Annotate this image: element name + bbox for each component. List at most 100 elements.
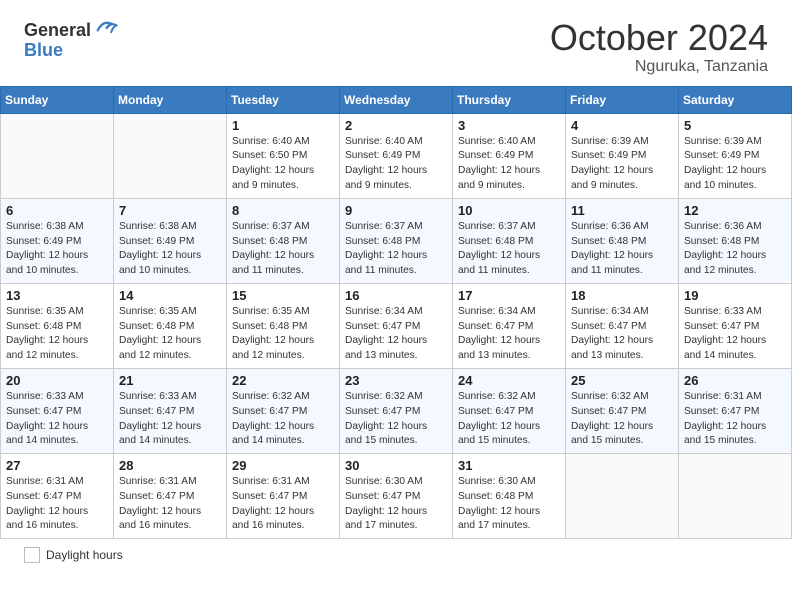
calendar-cell: 19Sunrise: 6:33 AM Sunset: 6:47 PM Dayli…: [679, 283, 792, 368]
calendar-cell: 29 Sunrise: 6:31 AM Sunset: 6:47 PM Dayli…: [227, 454, 340, 539]
day-number: 11: [571, 203, 673, 218]
day-info: Sunrise: 6:38 AM Sunset: 6:49 PM Dayligh…: [119, 220, 221, 279]
calendar-week-4: 20Sunrise: 6:33 AM Sunset: 6:47 PM Dayli…: [1, 368, 792, 453]
day-number: 4: [571, 118, 673, 133]
calendar-cell: 8Sunrise: 6:37 AM Sunset: 6:48 PM Daylig…: [227, 198, 340, 283]
calendar-cell: 18 Sunrise: 6:34 AM Sunset: 6:47 PM Dayli…: [566, 283, 679, 368]
day-info: Sunrise: 6:35 AM Sunset: 6:48 PM Dayligh…: [6, 305, 108, 364]
day-number: 16: [345, 288, 447, 303]
day-info: Sunrise: 6:39 AM Sunset: 6:49 PM Dayligh…: [684, 135, 786, 194]
calendar-cell: 15 Sunrise: 6:35 AM Sunset: 6:48 PM Dayli…: [227, 283, 340, 368]
calendar-cell: 16 Sunrise: 6:34 AM Sunset: 6:47 PM Dayli…: [340, 283, 453, 368]
day-number: 21: [119, 373, 221, 388]
day-info: Sunrise: 6:34 AM Sunset: 6:47 PM Dayligh…: [458, 305, 560, 364]
day-number: 26: [684, 373, 786, 388]
calendar-header-wednesday: Wednesday: [340, 86, 453, 113]
calendar-header-row: SundayMondayTuesdayWednesdayThursdayFrid…: [1, 86, 792, 113]
calendar-cell: 17 Sunrise: 6:34 AM Sunset: 6:47 PM Dayli…: [453, 283, 566, 368]
day-info: Sunrise: 6:36 AM Sunset: 6:48 PM Dayligh…: [684, 220, 786, 279]
calendar-cell: 28 Sunrise: 6:31 AM Sunset: 6:47 PM Dayli…: [114, 454, 227, 539]
day-number: 23: [345, 373, 447, 388]
day-number: 7: [119, 203, 221, 218]
calendar-cell: 11 Sunrise: 6:36 AM Sunset: 6:48 PM Dayli…: [566, 198, 679, 283]
legend-daylight: Daylight hours: [24, 547, 123, 563]
calendar-cell: 21Sunrise: 6:33 AM Sunset: 6:47 PM Dayli…: [114, 368, 227, 453]
footer: Daylight hours: [0, 539, 792, 571]
day-info: Sunrise: 6:31 AM Sunset: 6:47 PM Dayligh…: [6, 475, 108, 534]
day-info: Sunrise: 6:35 AM Sunset: 6:48 PM Dayligh…: [232, 305, 334, 364]
day-number: 15: [232, 288, 334, 303]
month-title: October 2024: [550, 18, 768, 58]
calendar-cell: 5Sunrise: 6:39 AM Sunset: 6:49 PM Daylig…: [679, 113, 792, 198]
day-info: Sunrise: 6:31 AM Sunset: 6:47 PM Dayligh…: [232, 475, 334, 534]
day-info: Sunrise: 6:31 AM Sunset: 6:47 PM Dayligh…: [119, 475, 221, 534]
day-number: 12: [684, 203, 786, 218]
calendar-week-3: 13 Sunrise: 6:35 AM Sunset: 6:48 PM Dayli…: [1, 283, 792, 368]
day-number: 9: [345, 203, 447, 218]
calendar-cell: 9 Sunrise: 6:37 AM Sunset: 6:48 PM Daylig…: [340, 198, 453, 283]
calendar-header-friday: Friday: [566, 86, 679, 113]
calendar-cell: 2Sunrise: 6:40 AM Sunset: 6:49 PM Daylig…: [340, 113, 453, 198]
calendar-cell: 6 Sunrise: 6:38 AM Sunset: 6:49 PM Daylig…: [1, 198, 114, 283]
calendar-cell: [679, 454, 792, 539]
day-number: 17: [458, 288, 560, 303]
page: General Blue October 2024 Nguruka, Tanza…: [0, 0, 792, 612]
calendar-cell: 23 Sunrise: 6:32 AM Sunset: 6:47 PM Dayli…: [340, 368, 453, 453]
location-title: Nguruka, Tanzania: [550, 58, 768, 76]
legend-daylight-label: Daylight hours: [46, 548, 123, 562]
logo-bird-icon: [96, 18, 118, 36]
day-number: 31: [458, 458, 560, 473]
calendar-cell: 1Sunrise: 6:40 AM Sunset: 6:50 PM Daylig…: [227, 113, 340, 198]
day-info: Sunrise: 6:39 AM Sunset: 6:49 PM Dayligh…: [571, 135, 673, 194]
calendar-cell: [566, 454, 679, 539]
calendar-week-5: 27 Sunrise: 6:31 AM Sunset: 6:47 PM Dayli…: [1, 454, 792, 539]
day-number: 10: [458, 203, 560, 218]
header: General Blue October 2024 Nguruka, Tanza…: [0, 0, 792, 86]
calendar-cell: 20Sunrise: 6:33 AM Sunset: 6:47 PM Dayli…: [1, 368, 114, 453]
day-info: Sunrise: 6:34 AM Sunset: 6:47 PM Dayligh…: [345, 305, 447, 364]
day-number: 22: [232, 373, 334, 388]
day-number: 25: [571, 373, 673, 388]
day-number: 13: [6, 288, 108, 303]
calendar-cell: 25Sunrise: 6:32 AM Sunset: 6:47 PM Dayli…: [566, 368, 679, 453]
calendar-cell: 22Sunrise: 6:32 AM Sunset: 6:47 PM Dayli…: [227, 368, 340, 453]
day-info: Sunrise: 6:30 AM Sunset: 6:47 PM Dayligh…: [345, 475, 447, 534]
day-number: 14: [119, 288, 221, 303]
calendar-cell: 30 Sunrise: 6:30 AM Sunset: 6:47 PM Dayli…: [340, 454, 453, 539]
day-number: 30: [345, 458, 447, 473]
calendar-cell: 12 Sunrise: 6:36 AM Sunset: 6:48 PM Dayli…: [679, 198, 792, 283]
day-number: 1: [232, 118, 334, 133]
day-info: Sunrise: 6:37 AM Sunset: 6:48 PM Dayligh…: [458, 220, 560, 279]
logo: General Blue: [24, 18, 118, 59]
calendar-cell: 26 Sunrise: 6:31 AM Sunset: 6:47 PM Dayli…: [679, 368, 792, 453]
title-area: October 2024 Nguruka, Tanzania: [550, 18, 768, 76]
logo-general-text: General: [24, 20, 91, 40]
day-info: Sunrise: 6:33 AM Sunset: 6:47 PM Dayligh…: [6, 390, 108, 449]
calendar-table: SundayMondayTuesdayWednesdayThursdayFrid…: [0, 86, 792, 540]
day-info: Sunrise: 6:31 AM Sunset: 6:47 PM Dayligh…: [684, 390, 786, 449]
day-info: Sunrise: 6:38 AM Sunset: 6:49 PM Dayligh…: [6, 220, 108, 279]
day-info: Sunrise: 6:40 AM Sunset: 6:49 PM Dayligh…: [458, 135, 560, 194]
calendar-cell: 4 Sunrise: 6:39 AM Sunset: 6:49 PM Daylig…: [566, 113, 679, 198]
day-number: 2: [345, 118, 447, 133]
day-number: 27: [6, 458, 108, 473]
day-info: Sunrise: 6:36 AM Sunset: 6:48 PM Dayligh…: [571, 220, 673, 279]
day-number: 29: [232, 458, 334, 473]
calendar-cell: 10 Sunrise: 6:37 AM Sunset: 6:48 PM Dayli…: [453, 198, 566, 283]
calendar-week-1: 1Sunrise: 6:40 AM Sunset: 6:50 PM Daylig…: [1, 113, 792, 198]
day-info: Sunrise: 6:37 AM Sunset: 6:48 PM Dayligh…: [345, 220, 447, 279]
calendar-cell: 13 Sunrise: 6:35 AM Sunset: 6:48 PM Dayli…: [1, 283, 114, 368]
day-info: Sunrise: 6:32 AM Sunset: 6:47 PM Dayligh…: [458, 390, 560, 449]
day-number: 6: [6, 203, 108, 218]
logo-blue-text: Blue: [24, 41, 63, 59]
day-info: Sunrise: 6:32 AM Sunset: 6:47 PM Dayligh…: [345, 390, 447, 449]
day-number: 18: [571, 288, 673, 303]
day-info: Sunrise: 6:33 AM Sunset: 6:47 PM Dayligh…: [684, 305, 786, 364]
calendar-header-thursday: Thursday: [453, 86, 566, 113]
day-number: 28: [119, 458, 221, 473]
day-info: Sunrise: 6:30 AM Sunset: 6:48 PM Dayligh…: [458, 475, 560, 534]
calendar-cell: 24Sunrise: 6:32 AM Sunset: 6:47 PM Dayli…: [453, 368, 566, 453]
day-info: Sunrise: 6:34 AM Sunset: 6:47 PM Dayligh…: [571, 305, 673, 364]
calendar-header-sunday: Sunday: [1, 86, 114, 113]
calendar-cell: 3Sunrise: 6:40 AM Sunset: 6:49 PM Daylig…: [453, 113, 566, 198]
